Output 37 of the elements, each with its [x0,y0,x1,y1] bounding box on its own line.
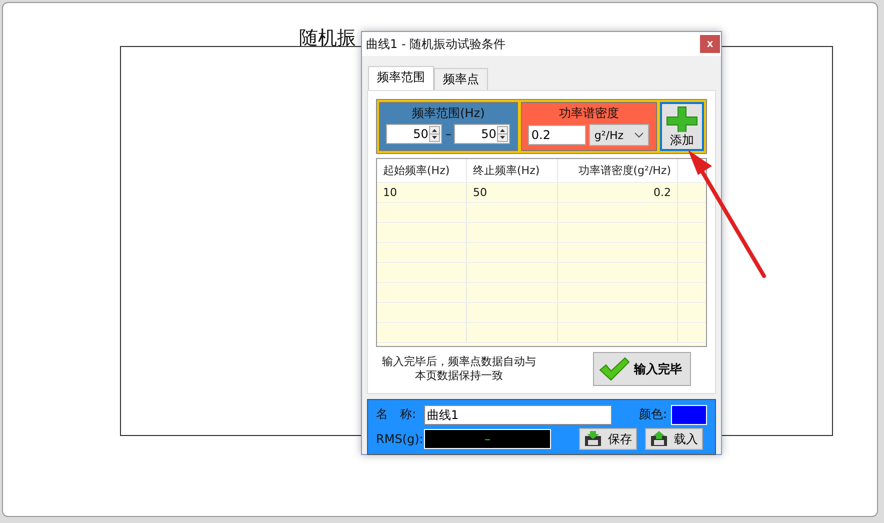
close-button[interactable]: x [700,35,720,53]
color-label: 颜色: [638,406,667,423]
plus-icon [666,106,698,132]
checkmark-icon [598,357,630,381]
floppy-icon [584,431,602,447]
range-separator: – [445,127,452,141]
spin-field[interactable]: 50 [386,124,442,144]
tab[interactable]: 频率范围 [368,66,434,90]
column-header: 功率谱密度(g²/Hz) [558,159,678,182]
table-cell: 10 [377,183,467,202]
note-text: 本页数据保持一致 [415,369,503,383]
note-text: 输入完毕后，频率点数据自动与 [382,355,536,369]
color-swatch[interactable] [671,404,707,424]
spin-field[interactable]: 50 [454,124,510,144]
add-button[interactable]: 添加 [660,102,704,151]
rms-display: – [424,429,551,449]
table-cell: 50 [467,183,558,202]
chevron-icon [634,132,644,138]
name-field[interactable]: 曲线1 [424,404,612,424]
rms-label: RMS(g): [376,432,420,446]
psd-field[interactable]: 0.2 [528,125,586,145]
dialog-title: 曲线1 - 随机振动试验条件 [366,36,506,52]
window-title: 随机振 [299,26,356,51]
load-button[interactable]: 载入 [645,428,703,450]
psd-label: 功率谱密度 [558,105,619,122]
range-label: 频率范围(Hz) [412,105,485,122]
column-header: 起始频率(Hz) [377,159,467,182]
spinner-icon[interactable] [497,126,508,142]
floppy-icon [650,431,668,447]
column-header: 终止频率(Hz) [467,159,558,182]
unit-dropdown[interactable]: g²/Hz [589,124,650,146]
table-cell: 0.2 [558,183,678,202]
save-button[interactable]: 保存 [579,428,637,450]
spinner-icon[interactable] [429,126,440,142]
tab[interactable]: 频率点 [434,68,488,90]
name-label: 名 称: [376,406,418,423]
done-button[interactable]: 输入完毕 [593,352,691,386]
